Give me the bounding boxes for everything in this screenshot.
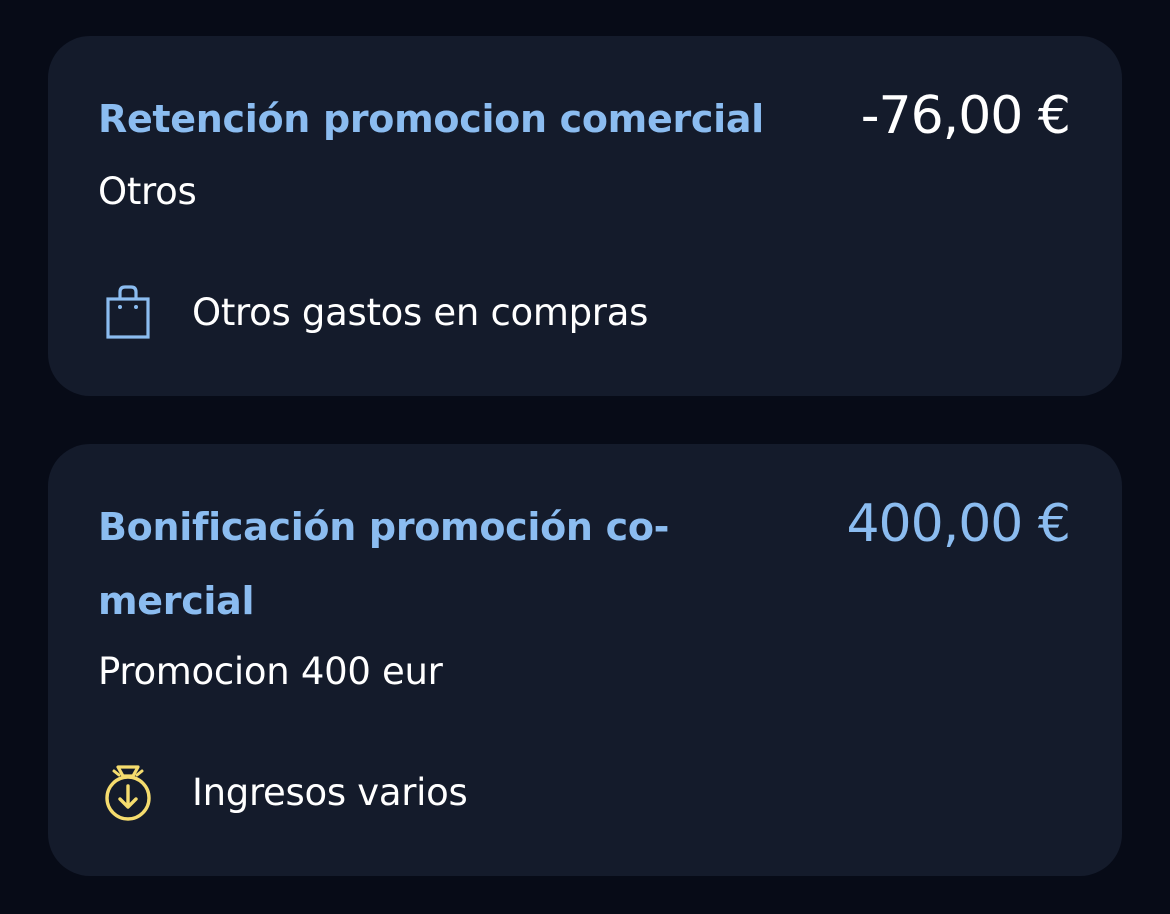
- transaction-amount: -76,00 €: [860, 86, 1071, 146]
- transaction-category[interactable]: Ingresos varios: [98, 762, 468, 822]
- transaction-subtitle: Otros: [98, 170, 197, 213]
- transaction-title: Retención promocion comercial: [98, 97, 764, 141]
- transaction-amount: 400,00 €: [846, 494, 1071, 554]
- category-label: Otros gastos en compras: [192, 290, 649, 334]
- transaction-card[interactable]: Bonificación promoción co-mercial 400,00…: [48, 444, 1122, 876]
- money-bag-income-icon: [98, 762, 158, 822]
- category-label: Ingresos varios: [192, 770, 468, 814]
- transaction-category[interactable]: Otros gastos en compras: [98, 282, 648, 342]
- transaction-card[interactable]: Retención promocion comercial -76,00 € O…: [48, 36, 1122, 396]
- shopping-bag-icon: [98, 282, 158, 342]
- transaction-title: Bonificación promoción co-mercial: [98, 505, 670, 623]
- transaction-subtitle: Promocion 400 eur: [98, 650, 443, 693]
